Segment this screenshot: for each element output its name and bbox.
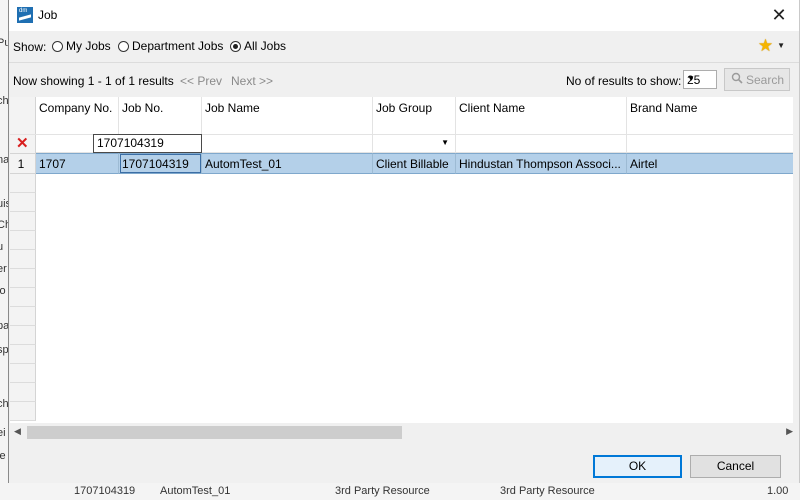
paging-bar: Now showing 1 - 1 of 1 results << Prev N…: [9, 63, 799, 97]
empty-row-header: [10, 250, 36, 269]
filter-brand-name[interactable]: [627, 135, 793, 153]
table-row[interactable]: 1 1707 1707104319 AutomTest_01 Client Bi…: [10, 153, 793, 174]
empty-row-header: [10, 364, 36, 383]
column-header-company-no[interactable]: Company No.: [36, 97, 119, 134]
empty-row-header: [10, 269, 36, 288]
column-header-brand-name[interactable]: Brand Name: [627, 97, 793, 134]
cancel-button[interactable]: Cancel: [690, 455, 781, 478]
empty-row-header: [10, 193, 36, 212]
search-button-label: Search: [746, 73, 785, 87]
scrollbar-thumb[interactable]: [27, 426, 402, 439]
show-label: Show:: [13, 40, 47, 54]
cell-job-no[interactable]: 1707104319: [119, 153, 202, 174]
job-dialog: dm Job ✕ Show: My Jobs Department Jobs A…: [8, 0, 800, 483]
empty-row-header: [10, 402, 36, 421]
star-icon: ★: [757, 36, 774, 55]
close-icon[interactable]: ✕: [767, 3, 791, 27]
results-count-label: No of results to show:: [566, 74, 682, 88]
filter-job-name[interactable]: [202, 135, 373, 153]
radio-label: Department Jobs: [132, 39, 224, 53]
radio-all-jobs[interactable]: All Jobs: [230, 39, 286, 53]
column-header-job-group[interactable]: Job Group: [373, 97, 456, 134]
radio-my-jobs[interactable]: My Jobs: [52, 39, 111, 53]
radio-label: My Jobs: [66, 39, 111, 53]
background-fragment: er: [0, 263, 7, 275]
prev-page-link[interactable]: << Prev: [180, 74, 222, 88]
clear-filter-cell[interactable]: ✕: [10, 135, 36, 153]
background-fragment: u: [0, 241, 4, 253]
empty-row-header: [10, 288, 36, 307]
ok-button[interactable]: OK: [593, 455, 682, 478]
filter-job-no-input[interactable]: 1707104319: [93, 134, 202, 153]
chevron-down-icon: ▼: [687, 74, 695, 83]
background-fragment: lo: [0, 285, 6, 297]
row-header-corner: [10, 97, 36, 134]
empty-row-header: [10, 174, 36, 193]
dialog-title: Job: [38, 8, 58, 22]
filter-client-name[interactable]: [456, 135, 627, 153]
next-page-link[interactable]: Next >>: [231, 74, 273, 88]
scroll-left-icon[interactable]: ◀: [14, 426, 21, 437]
empty-row-header: [10, 212, 36, 231]
radio-department-jobs[interactable]: Department Jobs: [118, 39, 223, 53]
empty-row-header: [10, 307, 36, 326]
results-status: Now showing 1 - 1 of 1 results: [13, 74, 174, 88]
background-app-bottom-row: 1707104319 AutomTest_01 3rd Party Resour…: [0, 483, 800, 500]
background-fragment: AutomTest_01: [160, 485, 231, 497]
app-logo-icon: dm: [17, 7, 33, 23]
cell-brand-name[interactable]: Airtel: [627, 153, 793, 174]
row-number: 1: [10, 153, 36, 174]
radio-button[interactable]: [118, 40, 129, 52]
column-header-client-name[interactable]: Client Name: [456, 97, 627, 134]
radio-label: All Jobs: [244, 39, 287, 53]
title-bar: dm Job ✕: [9, 0, 799, 31]
search-icon: [731, 72, 743, 87]
column-header-job-no[interactable]: Job No.: [119, 97, 202, 134]
cell-client-name[interactable]: Hindustan Thompson Associ...: [456, 153, 627, 174]
show-filter-bar: Show: My Jobs Department Jobs All Jobs ★…: [9, 31, 799, 62]
empty-row-header: [10, 326, 36, 345]
scroll-right-icon[interactable]: ▶: [786, 426, 793, 437]
results-count-select[interactable]: 25 ▼: [683, 70, 717, 89]
empty-row-header: [10, 383, 36, 402]
chevron-down-icon: ▼: [777, 41, 785, 50]
cell-job-name[interactable]: AutomTest_01: [202, 153, 373, 174]
background-fragment: 3rd Party Resource: [500, 485, 595, 497]
empty-row-header: [10, 345, 36, 364]
jobs-grid: Company No. Job No. Job Name Job Group C…: [10, 97, 793, 442]
grid-header: Company No. Job No. Job Name Job Group C…: [10, 97, 793, 134]
empty-row-header: [10, 231, 36, 250]
clear-filter-icon[interactable]: ✕: [16, 135, 29, 152]
cell-company-no[interactable]: 1707: [36, 153, 119, 174]
horizontal-scrollbar[interactable]: ◀ ▶: [10, 423, 793, 442]
search-button[interactable]: Search: [724, 68, 790, 91]
background-fragment: 1707104319: [74, 485, 136, 497]
background-fragment: ei: [0, 427, 6, 439]
filter-job-group[interactable]: ▼: [373, 135, 456, 153]
background-fragment: 1.00: [767, 485, 789, 497]
filter-row: ✕ ⚲ 1707104319 ▼: [10, 134, 793, 153]
chevron-down-icon[interactable]: ▼: [441, 138, 449, 147]
background-fragment: 3rd Party Resource: [335, 485, 430, 497]
favorites-dropdown[interactable]: ★ ▼: [758, 37, 785, 54]
radio-button[interactable]: [52, 40, 63, 52]
radio-button-selected[interactable]: [230, 40, 241, 52]
background-fragment: ie: [0, 450, 6, 462]
column-header-job-name[interactable]: Job Name: [202, 97, 373, 134]
cell-job-group[interactable]: Client Billable: [373, 153, 456, 174]
